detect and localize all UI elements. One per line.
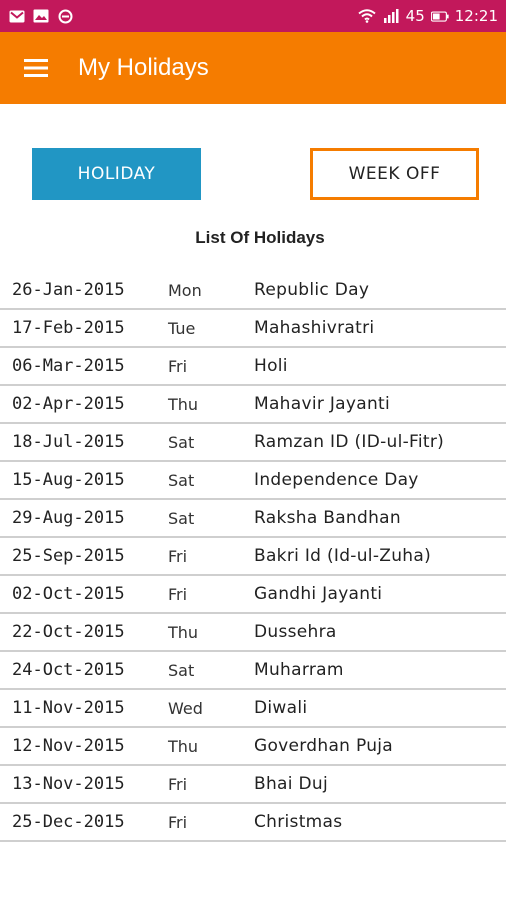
holiday-day: Sat — [168, 432, 195, 452]
holiday-name: Christmas — [254, 812, 343, 832]
clock: 12:21 — [454, 7, 498, 25]
holiday-name: Holi — [254, 356, 288, 376]
list-item[interactable]: 26-Jan-2015 Mon Republic Day — [0, 272, 506, 310]
holiday-date: 18-Jul-2015 — [12, 432, 125, 452]
list-item[interactable]: 11-Nov-2015 Wed Diwali — [0, 690, 506, 728]
holiday-name: Bhai Duj — [254, 774, 328, 794]
signal-icon — [382, 8, 400, 24]
holiday-day: Thu — [168, 736, 199, 756]
holiday-date: 06-Mar-2015 — [12, 356, 125, 376]
holiday-name: Republic Day — [254, 280, 370, 300]
holiday-day: Mon — [168, 280, 202, 300]
week-off-button[interactable]: WEEK OFF — [310, 148, 479, 200]
holiday-name: Independence Day — [254, 470, 419, 490]
system-indicators: 45 12:21 — [358, 7, 498, 25]
list-item[interactable]: 22-Oct-2015 Thu Dussehra — [0, 614, 506, 652]
holiday-list: 26-Jan-2015 Mon Republic Day 17-Feb-2015 Tue… — [0, 272, 506, 842]
holiday-name: Dussehra — [254, 622, 337, 642]
list-item[interactable]: 29-Aug-2015 Sat Raksha Bandhan — [0, 500, 506, 538]
list-item[interactable]: 15-Aug-2015 Sat Independence Day — [0, 462, 506, 500]
list-title: List Of Holidays — [195, 228, 325, 247]
holiday-date: 02-Oct-2015 — [12, 584, 125, 604]
holiday-day: Sat — [168, 470, 195, 490]
battery-level: 45 — [405, 7, 425, 25]
list-item[interactable]: 02-Apr-2015 Thu Mahavir Jayanti — [0, 386, 506, 424]
list-item[interactable]: 25-Dec-2015 Fri Christmas — [0, 804, 506, 842]
holiday-name: Ramzan ID (ID-ul-Fitr) — [254, 432, 445, 452]
holiday-date: 26-Jan-2015 — [12, 280, 125, 300]
holiday-date: 22-Oct-2015 — [12, 622, 125, 642]
holiday-date: 25-Dec-2015 — [12, 812, 125, 832]
holiday-date: 15-Aug-2015 — [12, 470, 125, 490]
page-title: My Holidays — [78, 54, 209, 81]
holiday-name: Raksha Bandhan — [254, 508, 401, 528]
list-item[interactable]: 17-Feb-2015 Tue Mahashivratri — [0, 310, 506, 348]
holiday-name: Gandhi Jayanti — [254, 584, 383, 604]
holiday-date: 29-Aug-2015 — [12, 508, 125, 528]
hamburger-menu-icon[interactable] — [8, 32, 64, 104]
list-item[interactable]: 24-Oct-2015 Sat Muharram — [0, 652, 506, 690]
list-item[interactable]: 13-Nov-2015 Fri Bhai Duj — [0, 766, 506, 804]
list-item[interactable]: 06-Mar-2015 Fri Holi — [0, 348, 506, 386]
holiday-day: Fri — [168, 356, 188, 376]
list-item[interactable]: 25-Sep-2015 Fri Bakri Id (Id-ul-Zuha) — [0, 538, 506, 576]
holiday-day: Thu — [168, 622, 199, 642]
holiday-day: Fri — [168, 546, 188, 566]
holiday-date: 17-Feb-2015 — [12, 318, 125, 338]
holiday-date: 11-Nov-2015 — [12, 698, 125, 718]
list-item[interactable]: 02-Oct-2015 Fri Gandhi Jayanti — [0, 576, 506, 614]
holiday-day: Fri — [168, 584, 188, 604]
wifi-icon — [358, 8, 376, 24]
app-bar: My Holidays — [0, 32, 506, 104]
status-bar: 45 12:21 — [0, 0, 506, 32]
holiday-name: Muharram — [254, 660, 344, 680]
list-item[interactable]: 12-Nov-2015 Thu Goverdhan Puja — [0, 728, 506, 766]
holiday-day: Wed — [168, 698, 203, 718]
holiday-date: 24-Oct-2015 — [12, 660, 125, 680]
list-item[interactable]: 18-Jul-2015 Sat Ramzan ID (ID-ul-Fitr) — [0, 424, 506, 462]
holiday-day: Tue — [168, 318, 196, 338]
holiday-date: 25-Sep-2015 — [12, 546, 125, 566]
image-icon — [32, 8, 50, 24]
holiday-day: Sat — [168, 508, 195, 528]
holiday-day: Thu — [168, 394, 199, 414]
holiday-day: Fri — [168, 774, 188, 794]
holiday-date: 02-Apr-2015 — [12, 394, 125, 414]
battery-icon — [430, 8, 449, 24]
holiday-name: Mahavir Jayanti — [254, 394, 391, 414]
holiday-day: Fri — [168, 812, 188, 832]
holiday-name: Mahashivratri — [254, 318, 375, 338]
holiday-button[interactable]: HOLIDAY — [32, 148, 201, 200]
holiday-name: Goverdhan Puja — [254, 736, 394, 756]
holiday-date: 12-Nov-2015 — [12, 736, 125, 756]
gmail-icon — [8, 8, 26, 24]
holiday-date: 13-Nov-2015 — [12, 774, 125, 794]
blocked-icon — [56, 8, 74, 24]
holiday-name: Bakri Id (Id-ul-Zuha) — [254, 546, 431, 566]
notification-icons — [8, 8, 74, 24]
holiday-name: Diwali — [254, 698, 308, 718]
holiday-day: Sat — [168, 660, 195, 680]
